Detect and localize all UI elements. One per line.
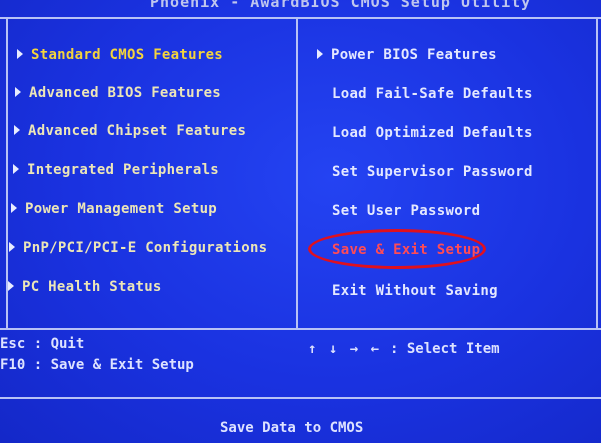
help-esc-quit: Esc : Quit [0, 336, 85, 352]
help-select-item: : Select Item [390, 341, 500, 357]
arrow-right-icon [14, 125, 20, 135]
menu-item-label: Integrated Peripherals [27, 162, 220, 178]
highlight-circle-annotation [308, 229, 486, 269]
menu-item-advanced-chipset[interactable]: Advanced Chipset Features [14, 120, 246, 142]
menu-item-pc-health[interactable]: PC Health Status [8, 276, 162, 298]
menu-item-label: Power BIOS Features [331, 47, 497, 63]
arrow-right-icon [15, 87, 21, 97]
menu-item-label: PC Health Status [22, 279, 162, 295]
arrow-right-icon [8, 281, 14, 291]
menu-item-label: Power Management Setup [25, 201, 218, 217]
menu-item-integrated-peripherals[interactable]: Integrated Peripherals [13, 159, 219, 181]
help-f10-save-exit: F10 : Save & Exit Setup [0, 357, 194, 373]
arrow-right-icon [317, 49, 323, 59]
menu-item-power-management[interactable]: Power Management Setup [11, 198, 217, 220]
arrow-right-icon [13, 164, 19, 174]
arrow-right-icon [11, 203, 17, 213]
bios-title: Phoenix - AwardBIOS CMOS Setup Utility [150, 0, 532, 11]
menu-item-label: Advanced BIOS Features [29, 85, 222, 101]
frame-bottom-line [0, 397, 601, 399]
menu-item-exit-without-saving[interactable]: Exit Without Saving [332, 280, 498, 302]
frame-middle-line [0, 328, 601, 330]
menu-item-power-bios[interactable]: Power BIOS Features [317, 44, 497, 66]
menu-item-advanced-bios[interactable]: Advanced BIOS Features [15, 82, 221, 104]
menu-item-load-optimized[interactable]: Load Optimized Defaults [332, 122, 533, 144]
frame-divider-line [296, 17, 298, 328]
frame-top-line [0, 17, 601, 19]
bios-screen: Phoenix - AwardBIOS CMOS Setup Utility S… [0, 0, 601, 443]
menu-item-label: Standard CMOS Features [31, 47, 224, 63]
arrow-right-icon [9, 242, 15, 252]
arrow-right-icon [17, 49, 23, 59]
menu-item-standard-cmos[interactable]: Standard CMOS Features [17, 44, 223, 66]
frame-right-line [596, 17, 598, 328]
menu-item-pnp-pci[interactable]: PnP/PCI/PCI-E Configurations [9, 237, 267, 259]
menu-item-label: PnP/PCI/PCI-E Configurations [23, 240, 268, 256]
menu-item-set-user-password[interactable]: Set User Password [332, 200, 480, 222]
menu-item-load-fail-safe[interactable]: Load Fail-Safe Defaults [332, 83, 533, 105]
menu-item-label: Advanced Chipset Features [28, 123, 247, 139]
help-arrow-keys: ↑ ↓ → ← [308, 341, 382, 357]
menu-item-set-supervisor-password[interactable]: Set Supervisor Password [332, 161, 533, 183]
status-line: Save Data to CMOS [220, 420, 364, 436]
